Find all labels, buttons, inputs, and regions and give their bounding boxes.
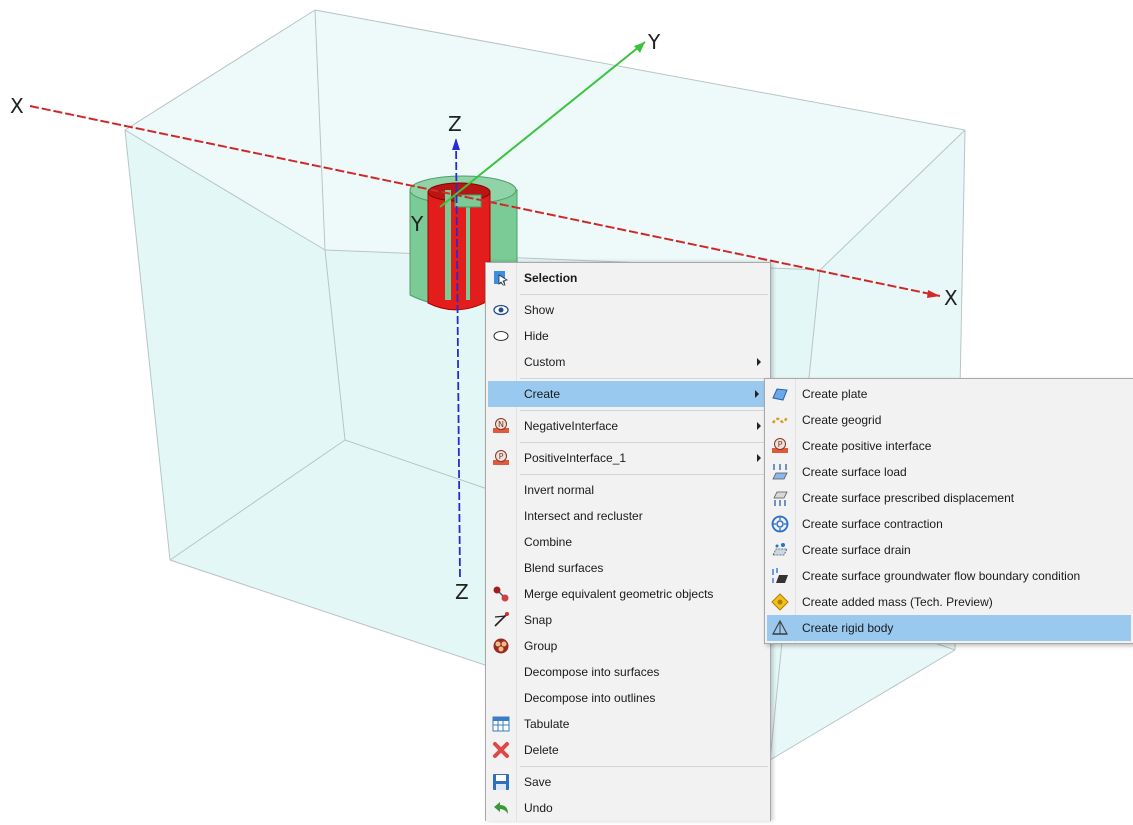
- groundwater-flow-icon: [771, 567, 789, 585]
- submenu-item-create-prescribed-displacement[interactable]: Create surface prescribed displacement: [765, 485, 1133, 511]
- delete-icon: [492, 741, 510, 759]
- eye-icon: [492, 301, 510, 319]
- added-mass-icon: [771, 593, 789, 611]
- menu-item-positive-interface-1[interactable]: P PositiveInterface_1: [486, 445, 770, 471]
- context-menu: Selection Show Hide Custom Create N Nega…: [485, 262, 771, 821]
- menu-item-invert-normal[interactable]: Invert normal: [486, 477, 770, 503]
- table-icon: [492, 715, 510, 733]
- menu-item-merge-equivalent[interactable]: Merge equivalent geometric objects: [486, 581, 770, 607]
- menu-item-blend-surfaces[interactable]: Blend surfaces: [486, 555, 770, 581]
- positive-interface-icon: P: [771, 437, 789, 455]
- menu-item-combine[interactable]: Combine: [486, 529, 770, 555]
- y-axis-pos-label: Y: [648, 30, 661, 54]
- x-axis-neg-label: X: [10, 94, 24, 118]
- menu-item-create[interactable]: Create: [488, 381, 768, 407]
- undo-icon: [492, 799, 510, 817]
- menu-item-tabulate[interactable]: Tabulate: [486, 711, 770, 737]
- submenu-item-create-surface-load[interactable]: Create surface load: [765, 459, 1133, 485]
- submenu-arrow-icon: [757, 454, 761, 462]
- menu-item-delete[interactable]: Delete: [486, 737, 770, 763]
- group-icon: [492, 637, 510, 655]
- menu-item-group[interactable]: Group: [486, 633, 770, 659]
- menu-item-show[interactable]: Show: [486, 297, 770, 323]
- svg-text:P: P: [499, 452, 504, 461]
- merge-icon: [492, 585, 510, 603]
- menu-item-decompose-surfaces[interactable]: Decompose into surfaces: [486, 659, 770, 685]
- hidden-eye-icon: [492, 327, 510, 345]
- submenu-item-create-surface-contraction[interactable]: Create surface contraction: [765, 511, 1133, 537]
- submenu-item-create-rigid-body[interactable]: Create rigid body: [767, 615, 1131, 641]
- submenu-item-create-plate[interactable]: Create plate: [765, 381, 1133, 407]
- z-axis-pos-label: Z: [448, 112, 462, 136]
- menu-item-intersect-recluster[interactable]: Intersect and recluster: [486, 503, 770, 529]
- menu-item-hide[interactable]: Hide: [486, 323, 770, 349]
- submenu-item-create-added-mass[interactable]: Create added mass (Tech. Preview): [765, 589, 1133, 615]
- selection-icon: [492, 269, 510, 287]
- submenu-arrow-icon: [755, 390, 759, 398]
- menu-item-undo[interactable]: Undo: [486, 795, 770, 821]
- x-axis-pos-label: X: [944, 286, 958, 310]
- submenu-arrow-icon: [757, 358, 761, 366]
- submenu-item-create-geogrid[interactable]: Create geogrid: [765, 407, 1133, 433]
- snap-icon: [492, 611, 510, 629]
- menu-item-save[interactable]: Save: [486, 769, 770, 795]
- geogrid-icon: [771, 411, 789, 429]
- svg-text:P: P: [778, 440, 783, 449]
- menu-item-negative-interface[interactable]: N NegativeInterface: [486, 413, 770, 439]
- save-icon: [492, 773, 510, 791]
- plate-icon: [771, 385, 789, 403]
- submenu-arrow-icon: [757, 422, 761, 430]
- drain-icon: [771, 541, 789, 559]
- surface-load-icon: [771, 463, 789, 481]
- prescribed-displacement-icon: [771, 489, 789, 507]
- create-submenu: Create plate Create geogrid P Create pos…: [764, 378, 1133, 644]
- menu-item-snap[interactable]: Snap: [486, 607, 770, 633]
- submenu-item-create-positive-interface[interactable]: P Create positive interface: [765, 433, 1133, 459]
- menu-item-decompose-outlines[interactable]: Decompose into outlines: [486, 685, 770, 711]
- z-axis-neg-label: Z: [455, 580, 469, 604]
- y-axis-neg-label: Y: [411, 212, 424, 236]
- svg-text:N: N: [498, 420, 504, 429]
- menu-item-selection[interactable]: Selection: [486, 265, 770, 291]
- contraction-icon: [771, 515, 789, 533]
- submenu-item-create-groundwater-flow-bc[interactable]: Create surface groundwater flow boundary…: [765, 563, 1133, 589]
- negative-interface-icon: N: [492, 417, 510, 435]
- menu-item-custom[interactable]: Custom: [486, 349, 770, 375]
- submenu-item-create-surface-drain[interactable]: Create surface drain: [765, 537, 1133, 563]
- rigid-body-icon: [771, 619, 789, 637]
- positive-interface-icon: P: [492, 449, 510, 467]
